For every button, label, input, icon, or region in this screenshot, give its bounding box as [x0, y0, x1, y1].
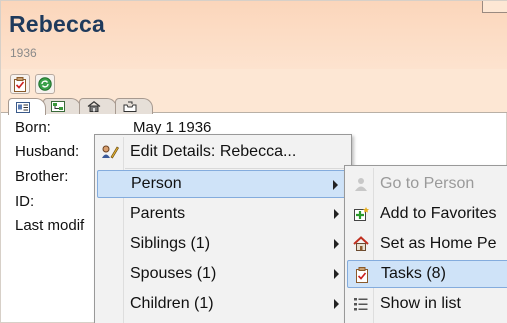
tab-places[interactable] — [79, 98, 117, 114]
list-icon — [352, 296, 370, 312]
menu-item-label: Spouses (1) — [130, 265, 217, 282]
inbox-icon — [123, 101, 137, 112]
edit-details-icon — [101, 144, 119, 160]
menu-item-label: Edit Details: Rebecca... — [130, 143, 297, 160]
submenu-arrow-icon — [334, 209, 339, 219]
add-favorite-icon — [352, 206, 370, 222]
submenu-arrow-icon — [333, 180, 338, 190]
field-label-born: Born: — [15, 119, 51, 136]
submenu-item-label: Go to Person — [380, 175, 475, 192]
menu-item-label: Person — [131, 175, 182, 192]
person-name: Rebecca — [9, 11, 106, 37]
card-toolbar — [1, 69, 507, 97]
menu-item-spouses[interactable]: Spouses (1) — [97, 260, 349, 288]
field-label-brother: Brother: — [15, 168, 69, 185]
submenu-item-show-in-list[interactable]: Show in list — [347, 290, 507, 318]
submenu-item-label: Add to Favorites — [380, 205, 497, 222]
submenu-item-label: Tasks (8) — [381, 265, 446, 282]
submenu-arrow-icon — [334, 299, 339, 309]
tab-family[interactable] — [43, 98, 81, 114]
context-menu: Edit Details: Rebecca... Person Parents … — [94, 134, 352, 323]
menu-item-edit-details[interactable]: Edit Details: Rebecca... — [97, 138, 349, 166]
house-icon — [87, 101, 101, 112]
menu-item-label: Parents — [130, 205, 186, 222]
person-header: Rebecca 1936 — [1, 1, 507, 69]
tasks-icon — [353, 267, 371, 283]
tab-details[interactable] — [8, 98, 46, 115]
tab-media[interactable] — [115, 98, 153, 114]
menu-item-children[interactable]: Children (1) — [97, 290, 349, 318]
menu-item-person[interactable]: Person — [97, 170, 349, 198]
field-label-last-modified: Last modif — [15, 217, 85, 234]
sync-icon — [38, 77, 52, 91]
tasks-toolbar-button[interactable] — [10, 74, 30, 94]
submenu-item-label: Set as Home Pe — [380, 235, 497, 252]
menu-item-siblings[interactable]: Siblings (1) — [97, 230, 349, 258]
details-card-icon — [16, 101, 30, 113]
header-corner-box — [482, 1, 507, 13]
menu-separator — [125, 168, 347, 169]
menu-item-label: Siblings (1) — [130, 235, 211, 252]
submenu-item-label: Show in list — [380, 295, 461, 312]
person-year: 1936 — [10, 46, 37, 60]
field-label-id: ID: — [15, 193, 35, 210]
menu-item-label: Children (1) — [130, 295, 214, 312]
submenu-arrow-icon — [334, 239, 339, 249]
submenu-item-tasks[interactable]: Tasks (8) — [347, 260, 507, 288]
person-submenu: Go to Person Add to Favorites Set as Hom… — [344, 165, 507, 323]
submenu-item-add-favorites[interactable]: Add to Favorites — [347, 200, 507, 228]
submenu-arrow-icon — [334, 269, 339, 279]
go-to-person-icon — [352, 176, 370, 192]
family-tree-icon — [51, 101, 65, 112]
menu-item-parents[interactable]: Parents — [97, 200, 349, 228]
submenu-item-go-to-person[interactable]: Go to Person — [347, 170, 507, 198]
tasks-icon — [14, 76, 26, 92]
home-icon — [352, 236, 370, 252]
field-label-husband: Husband: — [15, 143, 80, 160]
submenu-item-set-home[interactable]: Set as Home Pe — [347, 230, 507, 258]
sync-toolbar-button[interactable] — [35, 74, 55, 94]
